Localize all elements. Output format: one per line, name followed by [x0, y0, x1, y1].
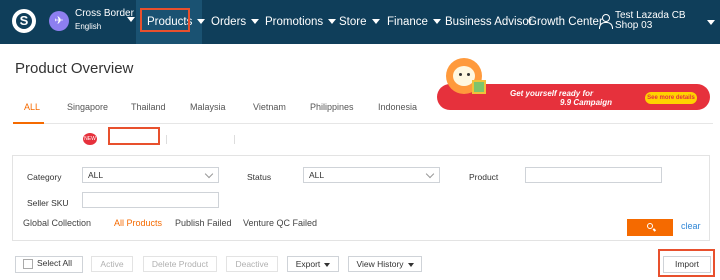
delete-product-button[interactable]: Delete Product: [143, 256, 217, 272]
see-more-details-button[interactable]: See more details: [645, 92, 697, 104]
chevron-down-icon: [324, 262, 331, 267]
category-label: Category: [27, 172, 62, 182]
nav-growth-center-label: Growth Center: [528, 16, 603, 28]
tab-all[interactable]: ALL: [24, 102, 40, 112]
account-title[interactable]: Cross Border: [75, 8, 134, 19]
view-history-button[interactable]: View History: [348, 256, 422, 272]
chevron-down-icon: [407, 262, 414, 267]
status-label: Status: [247, 172, 272, 182]
seller-center-logo[interactable]: S: [12, 9, 36, 33]
tab-vietnam[interactable]: Vietnam: [253, 102, 286, 112]
clear-link[interactable]: clear: [681, 221, 701, 231]
active-tab-indicator: [13, 122, 44, 124]
nav-finance[interactable]: Finance: [387, 0, 441, 44]
logo-letter: S: [19, 13, 29, 28]
nav-promotions-label: Promotions: [265, 16, 324, 28]
search-icon: [647, 223, 653, 229]
search-button[interactable]: [627, 219, 673, 236]
chevron-down-icon: [197, 19, 206, 25]
nav-store[interactable]: Store: [339, 0, 380, 44]
subtab-divider: [166, 135, 167, 144]
view-history-label: View History: [356, 259, 404, 269]
nav-orders[interactable]: Orders: [211, 0, 260, 44]
nav-business-advisor-label: Business Advisor: [445, 16, 533, 28]
tab-divider: [13, 123, 713, 124]
user-icon[interactable]: [599, 14, 613, 29]
nav-growth-center[interactable]: Growth Center: [528, 0, 603, 44]
select-all-checkbox[interactable]: [23, 259, 33, 269]
chevron-down-icon: [425, 169, 435, 179]
active-button[interactable]: Active: [91, 256, 133, 272]
deactive-button[interactable]: Deactive: [226, 256, 278, 272]
tab-philippines[interactable]: Philippines: [310, 102, 354, 112]
nav-store-label: Store: [339, 16, 367, 28]
category-select[interactable]: ALL: [82, 167, 219, 183]
banner-line2: 9.9 Campaign: [560, 98, 613, 107]
nav-finance-label: Finance: [387, 16, 428, 28]
chevron-down-icon: [328, 19, 337, 25]
import-button[interactable]: Import: [663, 256, 711, 273]
top-navigation: S ✈ Cross Border English Products Orders…: [0, 0, 720, 44]
banner-line1: Get yourself ready for: [510, 89, 594, 98]
category-value: ALL: [88, 170, 104, 180]
subtab-divider: [234, 135, 235, 144]
status-select[interactable]: ALL: [303, 167, 440, 183]
product-input[interactable]: [525, 167, 662, 183]
nav-orders-label: Orders: [211, 16, 247, 28]
tab-indonesia[interactable]: Indonesia: [378, 102, 417, 112]
mascot-image: [446, 58, 486, 98]
all-products-highlight: [108, 127, 160, 145]
user-shop-name[interactable]: Test Lazada CB Shop 03: [615, 11, 707, 31]
export-button[interactable]: Export: [287, 256, 339, 272]
account-language[interactable]: English: [75, 22, 101, 31]
plane-icon: ✈: [49, 11, 69, 31]
nav-promotions[interactable]: Promotions: [265, 0, 337, 44]
seller-sku-label: Seller SKU: [27, 198, 69, 208]
tab-singapore[interactable]: Singapore: [67, 102, 108, 112]
products-highlight: [140, 8, 190, 32]
account-dropdown-icon[interactable]: [127, 17, 135, 22]
user-dropdown-icon[interactable]: [707, 20, 715, 25]
chevron-down-icon: [432, 19, 441, 25]
seller-sku-input[interactable]: [82, 192, 219, 208]
tab-thailand[interactable]: Thailand: [131, 102, 166, 112]
status-value: ALL: [309, 170, 325, 180]
page-title: Product Overview: [15, 60, 134, 77]
select-all-label[interactable]: Select All: [37, 258, 72, 268]
export-label: Export: [295, 259, 321, 269]
new-badge: NEW: [83, 133, 97, 145]
nav-business-advisor[interactable]: Business Advisor: [445, 0, 533, 44]
chevron-down-icon: [371, 19, 380, 25]
chevron-down-icon: [251, 19, 260, 25]
product-label: Product: [469, 172, 499, 182]
tab-malaysia[interactable]: Malaysia: [190, 102, 226, 112]
chevron-down-icon: [204, 169, 214, 179]
